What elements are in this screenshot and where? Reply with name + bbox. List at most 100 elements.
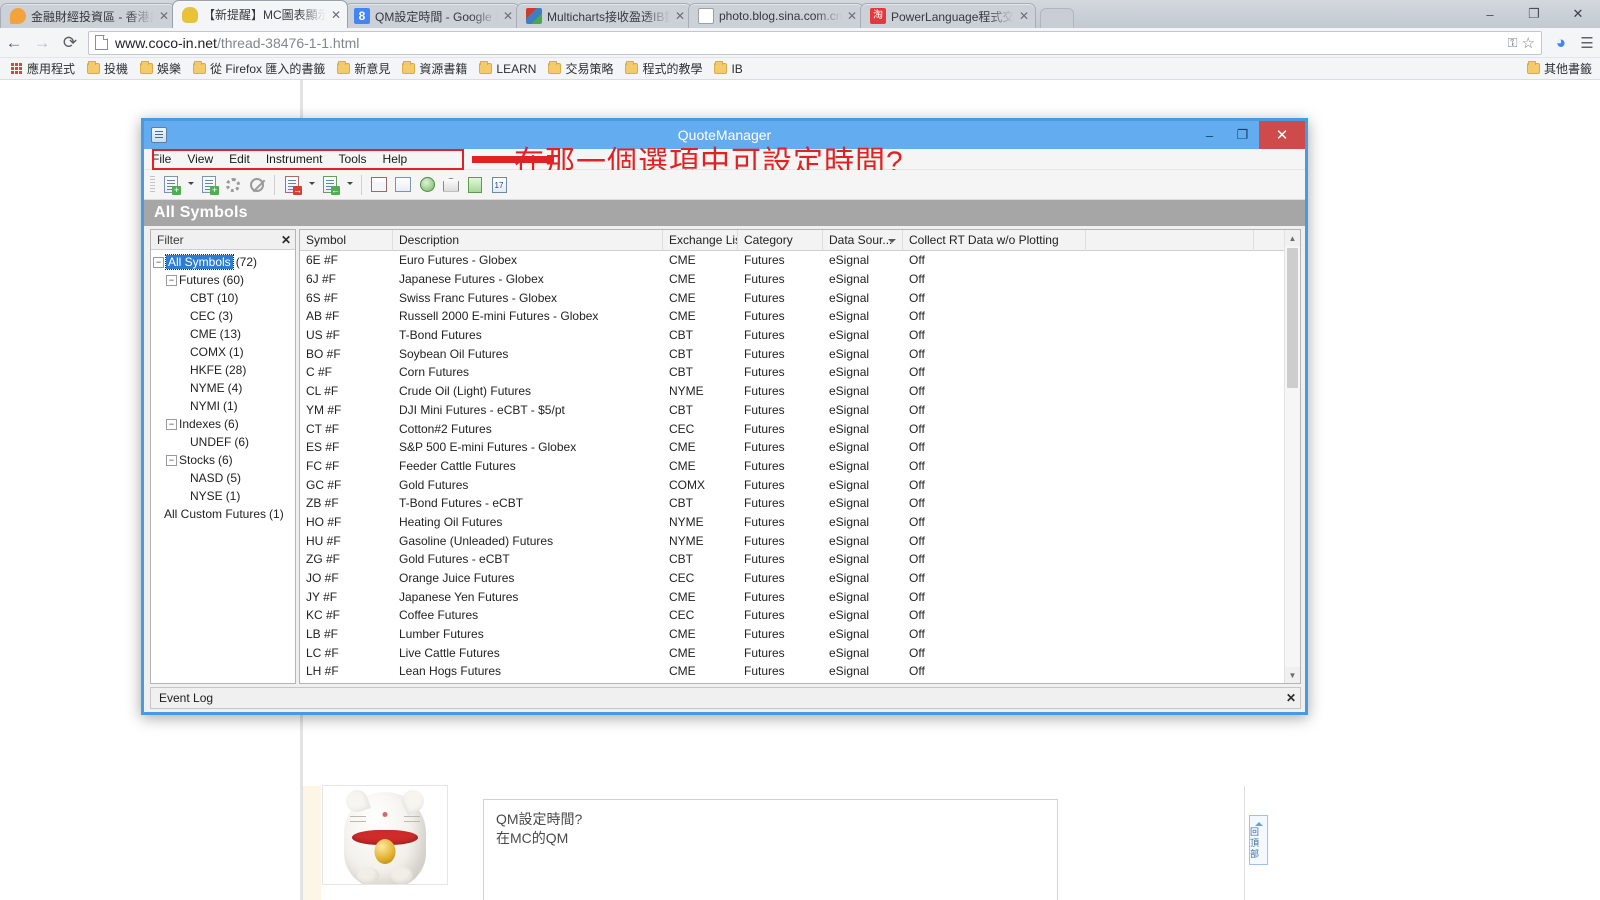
tree-node-all-symbols[interactable]: − All Symbols (72) — [151, 253, 295, 271]
filter-bar[interactable]: Filter ✕ — [151, 230, 295, 250]
column-header-symbol[interactable]: Symbol — [300, 229, 393, 251]
menu-tools[interactable]: Tools — [331, 149, 375, 170]
tree-expander-icon[interactable]: − — [153, 256, 164, 268]
close-button[interactable]: ✕ — [1556, 1, 1600, 27]
menu-edit[interactable]: Edit — [221, 149, 258, 170]
back-to-top-button[interactable]: 回頂部 — [1249, 815, 1268, 865]
alerts-icon[interactable]: 17 — [488, 174, 510, 196]
settings-gear-icon[interactable] — [222, 174, 244, 196]
table-row[interactable]: HO #F Heating Oil Futures NYME Futures eSign… — [300, 513, 1300, 532]
table-row[interactable]: ZG #F Gold Futures - eCBT CBT Futures eSigna… — [300, 550, 1300, 569]
forward-button[interactable]: → — [28, 29, 56, 57]
table-row[interactable]: BO #F Soybean Oil Futures CBT Futures eSigna… — [300, 344, 1300, 363]
bookmark-star-icon[interactable]: ☆ — [1522, 34, 1535, 52]
column-header-exchange-lis[interactable]: Exchange Lis... — [663, 229, 738, 251]
tree-node-comx[interactable]: ⌐COMX(1) — [151, 343, 295, 361]
table-row[interactable]: ES #F S&P 500 E-mini Futures - Globex CME F… — [300, 438, 1300, 457]
table-row[interactable]: CL #F Crude Oil (Light) Futures NYME Future… — [300, 382, 1300, 401]
column-header-blank[interactable] — [1086, 229, 1254, 251]
reply-textarea[interactable]: QM設定時間? 在MC的QM — [483, 799, 1058, 900]
grid-vertical-scrollbar[interactable]: ▲ ▼ — [1284, 230, 1300, 683]
event-log-close-icon[interactable]: ✕ — [1286, 691, 1296, 705]
bookmark-9[interactable]: IB — [708, 61, 748, 76]
table-row[interactable]: US #F T-Bond Futures CBT Futures eSignal Off — [300, 326, 1300, 345]
table-row[interactable]: HU #F Gasoline (Unleaded) Futures NYME Futu… — [300, 531, 1300, 550]
import-dropdown-icon[interactable] — [343, 174, 355, 196]
tree-node-all-custom-futures[interactable]: ⌐All Custom Futures(1) — [151, 505, 295, 523]
calendar-icon[interactable] — [368, 174, 390, 196]
tree-node-cme[interactable]: ⌐CME(13) — [151, 325, 295, 343]
table-row[interactable]: W #FWheat FuturesCBTFutureseSignalOff — [300, 681, 1300, 683]
column-header-description[interactable]: Description — [393, 229, 663, 251]
column-header-collect-rt-data-w-o-plotting[interactable]: Collect RT Data w/o Plotting — [903, 229, 1086, 251]
tree-node-cbt[interactable]: ⌐CBT(10) — [151, 289, 295, 307]
table-row[interactable]: 6E #F Euro Futures - Globex CME Futures eSig… — [300, 251, 1300, 270]
event-log-bar[interactable]: Event Log ✕ — [150, 687, 1301, 709]
tree-node-hkfe[interactable]: ⌐HKFE(28) — [151, 361, 295, 379]
new-symbol-dropdown-icon[interactable] — [184, 174, 196, 196]
tree-node-futures[interactable]: − Futures (60) — [151, 271, 295, 289]
table-row[interactable]: GC #F Gold Futures COMX Futures eSignal Off — [300, 475, 1300, 494]
column-header-category[interactable]: Category — [738, 229, 823, 251]
bookmark-8[interactable]: 程式的教學 — [619, 60, 708, 77]
bookmark-apps[interactable]: 應用程式 — [5, 60, 81, 77]
exchange-icon[interactable] — [440, 174, 462, 196]
menu-view[interactable]: View — [179, 149, 221, 170]
scroll-down-button[interactable]: ▼ — [1285, 667, 1300, 683]
session-clock-icon[interactable] — [416, 174, 438, 196]
table-row[interactable]: LB #F Lumber Futures CME Futures eSignal Off — [300, 625, 1300, 644]
new-tab-button[interactable] — [1040, 8, 1074, 28]
table-row[interactable]: CT #F Cotton#2 Futures CEC Futures eSignal Of… — [300, 419, 1300, 438]
back-button[interactable]: ← — [0, 29, 28, 57]
tree-node-undef[interactable]: ⌐UNDEF(6) — [151, 433, 295, 451]
key-icon[interactable]: ⚿ — [1508, 35, 1518, 51]
tree-node-nymi[interactable]: ⌐NYMI(1) — [151, 397, 295, 415]
bookmark-6[interactable]: LEARN — [473, 61, 542, 76]
table-row[interactable]: KC #F Coffee Futures CEC Futures eSignal Off — [300, 606, 1300, 625]
bookmark-2[interactable]: 娛樂 — [134, 60, 187, 77]
tab-close-icon[interactable]: ✕ — [329, 9, 343, 21]
bookmark-1[interactable]: 投機 — [81, 60, 134, 77]
filter-close-icon[interactable]: ✕ — [281, 233, 291, 247]
table-row[interactable]: LC #F Live Cattle Futures CME Futures eSigna… — [300, 643, 1300, 662]
address-bar[interactable]: www.coco-in.net/thread-38476-1-1.html ⚿ … — [88, 30, 1542, 55]
import-symbol-icon[interactable]: + — [198, 174, 220, 196]
tree-node-stocks[interactable]: − Stocks (6) — [151, 451, 295, 469]
tree-node-cec[interactable]: ⌐CEC(3) — [151, 307, 295, 325]
menu-instrument[interactable]: Instrument — [258, 149, 331, 170]
tree-node-nasd[interactable]: ⌐NASD(5) — [151, 469, 295, 487]
table-row[interactable]: JO #F Orange Juice Futures CEC Futures eSign… — [300, 569, 1300, 588]
tab-close-icon[interactable]: ✕ — [845, 10, 859, 22]
table-row[interactable]: JY #F Japanese Yen Futures CME Futures eSign… — [300, 587, 1300, 606]
browser-tab-4[interactable]: photo.blog.sina.com.cn ✕ — [688, 3, 864, 28]
scroll-thumb[interactable] — [1287, 248, 1298, 388]
minimize-button[interactable]: – — [1468, 1, 1512, 27]
export-dropdown-icon[interactable] — [305, 174, 317, 196]
reload-button[interactable]: ⟳ — [56, 29, 84, 57]
maximize-button[interactable]: ❐ — [1512, 1, 1556, 27]
scroll-up-button[interactable]: ▲ — [1285, 230, 1300, 246]
browser-tab-3[interactable]: Multicharts接收盈透IB數據 ✕ — [516, 3, 692, 28]
browser-tab-5[interactable]: 淘 PowerLanguage程式交易 ✕ — [860, 3, 1036, 28]
other-bookmarks[interactable]: 其他書籤 — [1521, 60, 1600, 77]
table-row[interactable]: AB #F Russell 2000 E-mini Futures - Globe… — [300, 307, 1300, 326]
tree-node-nyme[interactable]: ⌐NYME(4) — [151, 379, 295, 397]
import-data-icon[interactable]: ← — [319, 174, 341, 196]
tab-close-icon[interactable]: ✕ — [157, 10, 171, 22]
browser-tab-1[interactable]: 【新提醒】MC圖表顯示問 ✕ — [172, 0, 348, 28]
bookmark-3[interactable]: 從 Firefox 匯入的書籤 — [187, 60, 331, 77]
table-row[interactable]: 6S #F Swiss Franc Futures - Globex CME Futu… — [300, 288, 1300, 307]
tree-expander-icon[interactable]: − — [166, 454, 177, 466]
table-row[interactable]: ZB #F T-Bond Futures - eCBT CBT Futures eSig… — [300, 494, 1300, 513]
table-row[interactable]: FC #F Feeder Cattle Futures CME Futures eSig… — [300, 457, 1300, 476]
tab-close-icon[interactable]: ✕ — [1017, 10, 1031, 22]
export-data-icon[interactable]: → — [281, 174, 303, 196]
chrome-menu-icon[interactable]: ☰ — [1574, 30, 1600, 56]
tree-node-indexes[interactable]: − Indexes (6) — [151, 415, 295, 433]
column-header-data-sour[interactable]: Data Sour... — [823, 229, 903, 251]
tree-node-nyse[interactable]: ⌐NYSE(1) — [151, 487, 295, 505]
menu-help[interactable]: Help — [375, 149, 416, 170]
tab-close-icon[interactable]: ✕ — [501, 10, 515, 22]
data-table-icon[interactable] — [464, 174, 486, 196]
table-row[interactable]: LH #F Lean Hogs Futures CME Futures eSignal O… — [300, 662, 1300, 681]
